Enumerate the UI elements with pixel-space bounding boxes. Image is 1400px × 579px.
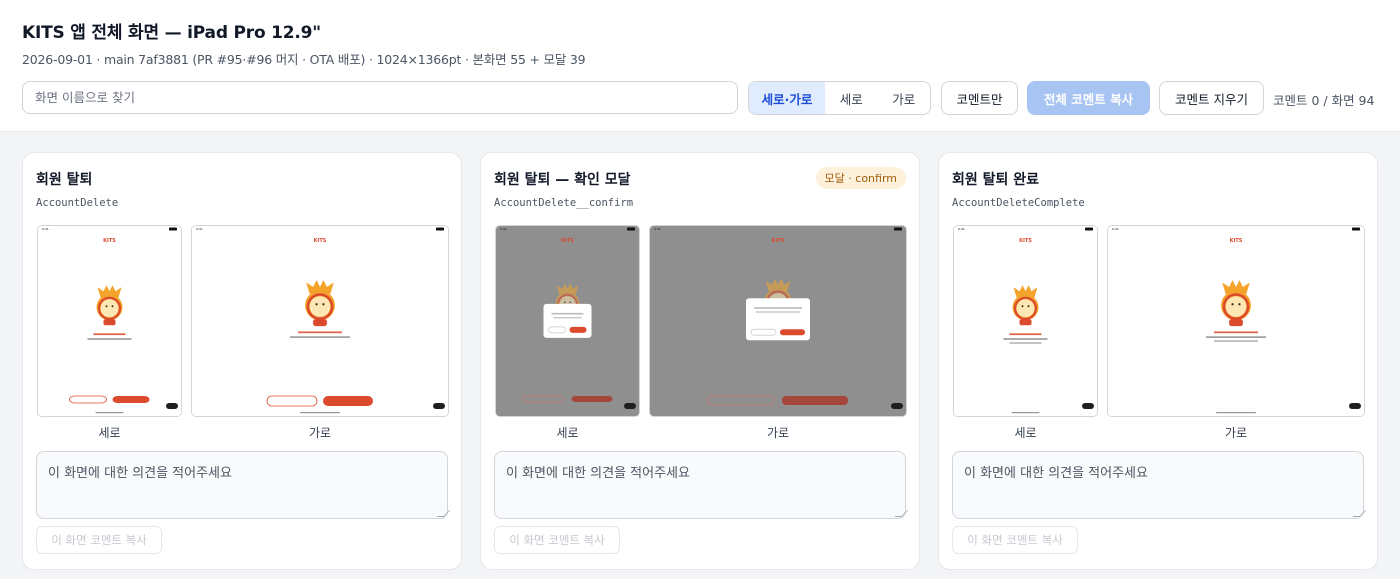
- screen-code: AccountDeleteComplete: [952, 197, 1085, 209]
- orientation-portrait-button[interactable]: 세로: [825, 82, 877, 114]
- kits-logo: KITS: [561, 238, 574, 244]
- orientation-toggle: 세로·가로 세로 가로: [748, 81, 931, 115]
- kits-logo: KITS: [772, 238, 785, 244]
- screen-card: 회원 탈퇴 완료 AccountDeleteComplete 9:41 KITS…: [938, 152, 1378, 570]
- top-toolbar: KITS 앱 전체 화면 — iPad Pro 12.9" 2026-09-01…: [0, 0, 1400, 132]
- portrait-label: 세로: [1014, 426, 1037, 440]
- svg-text:9:41: 9:41: [654, 227, 661, 231]
- comment-textarea[interactable]: [36, 451, 448, 519]
- comment-textarea[interactable]: [494, 451, 906, 519]
- kits-logo: KITS: [1019, 238, 1032, 244]
- orientation-both-button[interactable]: 세로·가로: [749, 82, 826, 114]
- portrait-label: 세로: [556, 426, 579, 440]
- clear-comments-button[interactable]: 코멘트 지우기: [1159, 81, 1264, 115]
- copy-screen-comment-button[interactable]: 이 화면 코멘트 복사: [494, 526, 620, 554]
- kits-logo: KITS: [1230, 238, 1243, 244]
- copy-screen-comment-button[interactable]: 이 화면 코멘트 복사: [36, 526, 162, 554]
- card-title: 회원 탈퇴 완료: [952, 172, 1040, 188]
- screen-card: 회원 탈퇴 — 확인 모달 AccountDelete__confirm 모달 …: [480, 152, 920, 570]
- kits-logo: KITS: [314, 238, 327, 244]
- comments-only-button[interactable]: 코멘트만: [941, 81, 1018, 115]
- copy-screen-comment-button[interactable]: 이 화면 코멘트 복사: [952, 526, 1078, 554]
- app-screenshot-thumbnail: 9:41 KITS: [650, 226, 906, 416]
- app-screenshot-thumbnail: 9:41 KITS: [1108, 226, 1364, 416]
- copy-all-comments-button[interactable]: 전체 코멘트 복사: [1027, 81, 1150, 115]
- screen-code: AccountDelete__confirm: [494, 197, 634, 209]
- screen-card: 회원 탈퇴 AccountDelete 9:41 KITS 9:41 KITS …: [22, 152, 462, 570]
- page-title: KITS 앱 전체 화면 — iPad Pro 12.9": [22, 23, 321, 43]
- portrait-screenshot[interactable]: 9:41 KITS: [495, 225, 640, 417]
- search-input[interactable]: [22, 81, 738, 114]
- build-meta: 2026-09-01 · main 7af3881 (PR #95·#96 머지…: [22, 52, 586, 67]
- landscape-screenshot[interactable]: 9:41 KITS: [1107, 225, 1365, 417]
- portrait-label: 세로: [98, 426, 121, 440]
- svg-text:9:41: 9:41: [1112, 227, 1119, 231]
- portrait-screenshot[interactable]: 9:41 KITS: [953, 225, 1098, 417]
- svg-text:9:41: 9:41: [500, 227, 507, 231]
- app-screenshot-thumbnail: 9:41 KITS: [496, 226, 639, 416]
- app-screenshot-thumbnail: 9:41 KITS: [192, 226, 448, 416]
- orientation-landscape-button[interactable]: 가로: [878, 82, 930, 114]
- svg-text:9:41: 9:41: [42, 227, 49, 231]
- portrait-screenshot[interactable]: 9:41 KITS: [37, 225, 182, 417]
- app-screenshot-thumbnail: 9:41 KITS: [38, 226, 181, 416]
- landscape-screenshot[interactable]: 9:41 KITS: [191, 225, 449, 417]
- app-screenshot-thumbnail: 9:41 KITS: [954, 226, 1097, 416]
- landscape-label: 가로: [1224, 426, 1248, 440]
- card-title: 회원 탈퇴: [36, 172, 93, 188]
- svg-text:9:41: 9:41: [196, 227, 203, 231]
- comment-count: 코멘트 0 / 화면 94: [1273, 93, 1375, 108]
- kits-logo: KITS: [103, 238, 116, 244]
- screen-code: AccountDelete: [36, 197, 119, 209]
- landscape-screenshot[interactable]: 9:41 KITS: [649, 225, 907, 417]
- svg-text:9:41: 9:41: [958, 227, 965, 231]
- card-title: 회원 탈퇴 — 확인 모달: [494, 172, 631, 188]
- modal-badge: 모달 · confirm: [815, 167, 906, 189]
- landscape-label: 가로: [308, 426, 332, 440]
- comment-textarea[interactable]: [952, 451, 1364, 519]
- landscape-label: 가로: [766, 426, 790, 440]
